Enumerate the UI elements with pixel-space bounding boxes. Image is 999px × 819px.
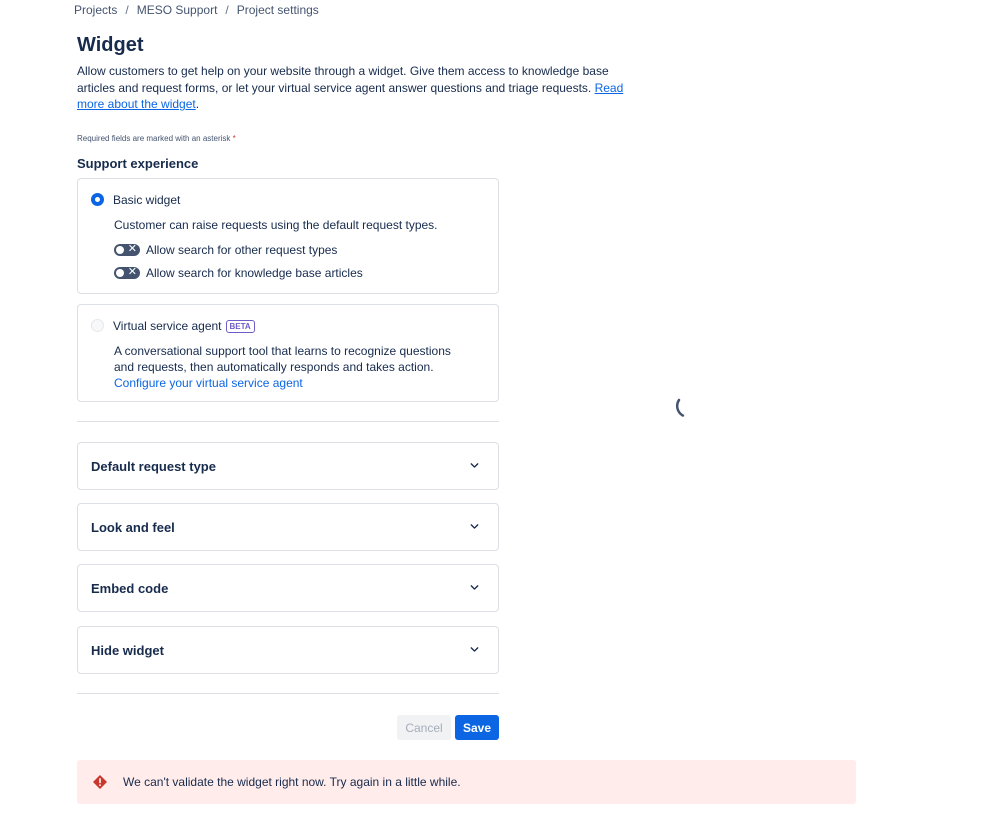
required-note-text: Required fields are marked with an aster… bbox=[77, 134, 231, 143]
support-experience-label: Support experience bbox=[77, 156, 199, 171]
chevron-down-icon bbox=[470, 585, 479, 590]
breadcrumb-project-settings[interactable]: Project settings bbox=[237, 3, 319, 17]
breadcrumb-projects[interactable]: Projects bbox=[74, 3, 117, 17]
virtual-agent-description-line1: A conversational support tool that learn… bbox=[114, 344, 451, 358]
accordion-title: Hide widget bbox=[91, 643, 164, 658]
page-title: Widget bbox=[77, 34, 144, 56]
virtual-agent-title-wrap: Virtual service agent BETA bbox=[113, 319, 255, 333]
breadcrumb-separator: / bbox=[125, 3, 129, 17]
virtual-agent-radio[interactable] bbox=[91, 319, 104, 332]
accordion-default-request-type[interactable]: Default request type bbox=[77, 442, 499, 490]
page-description: Allow customers to get help on your webs… bbox=[77, 64, 624, 111]
beta-badge: BETA bbox=[225, 320, 255, 333]
chevron-down-icon bbox=[470, 524, 479, 529]
kb-articles-toggle[interactable]: ✕ bbox=[114, 266, 140, 279]
save-button[interactable]: Save bbox=[455, 715, 499, 740]
required-fields-note: Required fields are marked with an aster… bbox=[77, 134, 236, 143]
accordion-title: Default request type bbox=[91, 459, 216, 474]
basic-widget-description: Customer can raise requests using the de… bbox=[114, 218, 438, 232]
accordion-title: Embed code bbox=[91, 581, 169, 596]
error-message: We can't validate the widget right now. … bbox=[123, 775, 461, 789]
divider bbox=[77, 421, 499, 422]
virtual-agent-option[interactable]: Virtual service agent BETA A conversation… bbox=[77, 304, 499, 402]
breadcrumb-separator: / bbox=[225, 3, 229, 17]
toggle-off-icon: ✕ bbox=[127, 266, 137, 278]
chevron-down-icon bbox=[470, 463, 479, 468]
basic-widget-option[interactable]: Basic widget Customer can raise requests… bbox=[77, 178, 499, 294]
configure-virtual-agent-link[interactable]: Configure your virtual service agent bbox=[114, 376, 303, 390]
accordion-title: Look and feel bbox=[91, 520, 175, 535]
accordion-hide-widget[interactable]: Hide widget bbox=[77, 626, 499, 674]
divider bbox=[77, 693, 499, 694]
virtual-agent-description-line2: and requests, then automatically respond… bbox=[114, 360, 434, 374]
virtual-agent-title: Virtual service agent bbox=[113, 319, 222, 333]
request-types-toggle-label: Allow search for other request types bbox=[146, 243, 338, 257]
required-asterisk: * bbox=[232, 134, 236, 143]
toggle-row-request-types: ✕ Allow search for other request types bbox=[114, 243, 337, 257]
basic-widget-radio[interactable] bbox=[91, 193, 104, 206]
description-text: Allow customers to get help on your webs… bbox=[77, 64, 609, 95]
cancel-button[interactable]: Cancel bbox=[397, 715, 451, 740]
toggle-off-icon: ✕ bbox=[127, 243, 137, 255]
breadcrumb: Projects / MESO Support / Project settin… bbox=[74, 3, 319, 17]
chevron-down-icon bbox=[470, 647, 479, 652]
accordion-look-and-feel[interactable]: Look and feel bbox=[77, 503, 499, 551]
error-icon bbox=[93, 775, 107, 789]
request-types-toggle[interactable]: ✕ bbox=[114, 243, 140, 256]
basic-widget-title: Basic widget bbox=[113, 193, 181, 207]
toggle-row-kb-articles: ✕ Allow search for knowledge base articl… bbox=[114, 266, 363, 280]
accordion-embed-code[interactable]: Embed code bbox=[77, 564, 499, 612]
error-banner: We can't validate the widget right now. … bbox=[77, 760, 856, 804]
breadcrumb-meso-support[interactable]: MESO Support bbox=[137, 3, 218, 17]
loading-spinner-icon bbox=[675, 398, 699, 419]
kb-articles-toggle-label: Allow search for knowledge base articles bbox=[146, 266, 363, 280]
